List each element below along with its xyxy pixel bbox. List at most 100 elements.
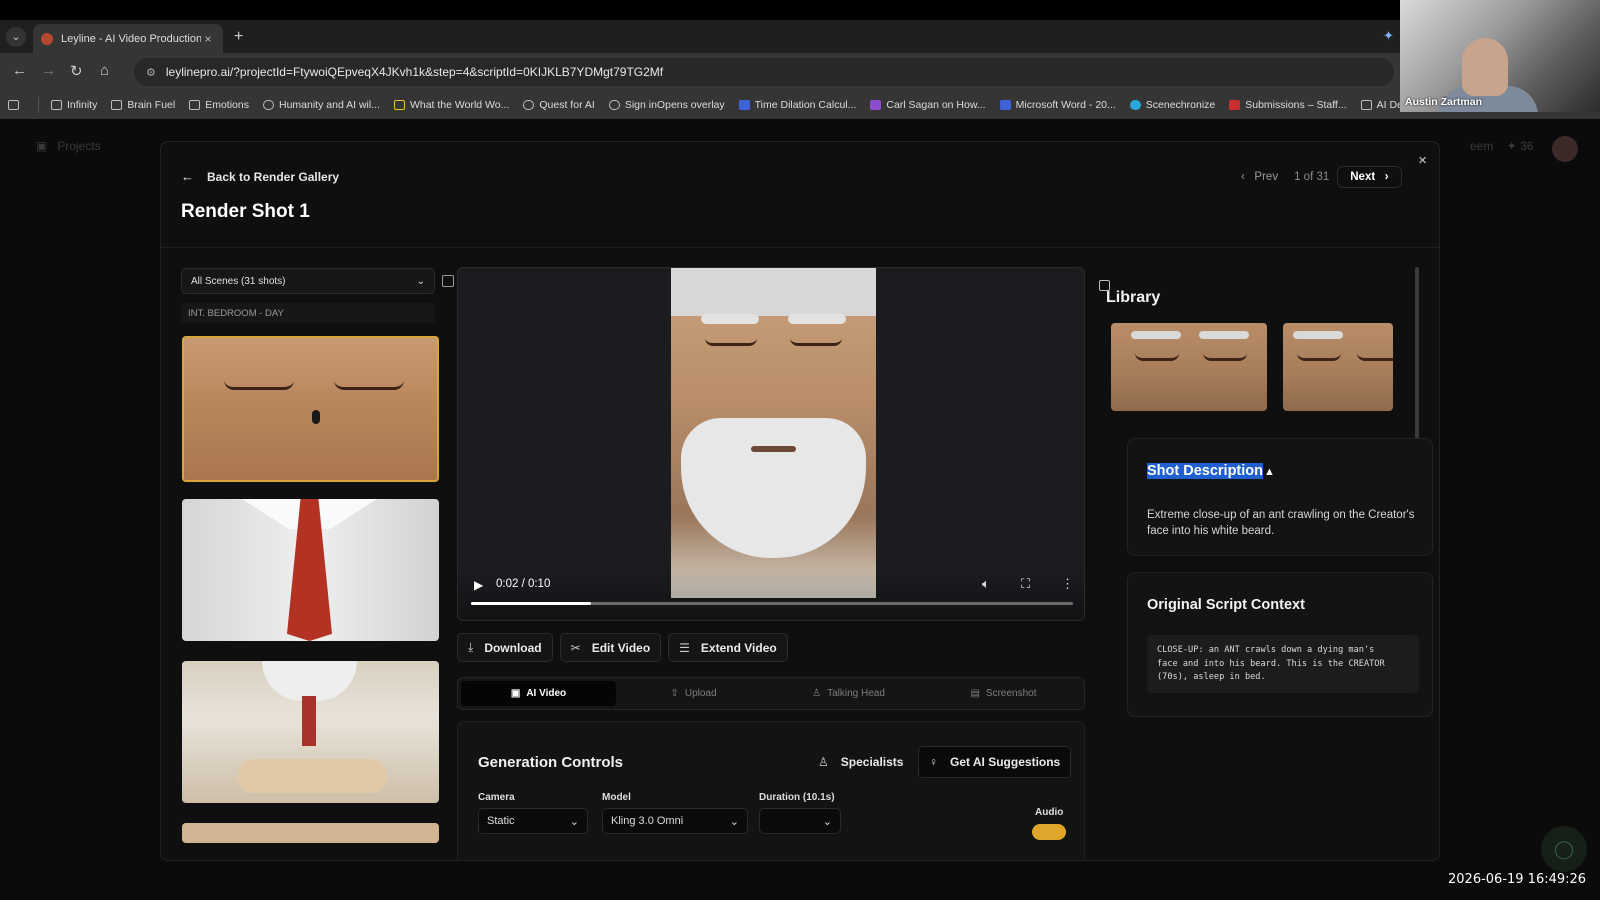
bookmark-item[interactable]: Brain Fuel (111, 99, 175, 111)
bookmark-item[interactable]: Humanity and AI wil... (263, 99, 380, 111)
tab-screenshot[interactable]: ▤ Screenshot (926, 681, 1081, 706)
tab-upload[interactable]: ⇪ Upload (616, 681, 771, 706)
frame-mouth (751, 446, 796, 452)
bookmark-item[interactable]: Infinity (51, 99, 97, 111)
gemini-sparkle-icon[interactable]: ✦ (1383, 28, 1394, 44)
bookmark-item[interactable]: Carl Sagan on How... (870, 99, 986, 111)
edit-video-button[interactable]: ✂ Edit Video (559, 633, 662, 662)
scissors-icon: ✂ (570, 640, 581, 655)
apps-grid-icon[interactable] (8, 100, 24, 110)
bookmark-item[interactable]: Microsoft Word - 20... (999, 99, 1116, 111)
back-to-gallery-link[interactable]: ← Back to Render Gallery (181, 169, 339, 184)
model-select[interactable]: Kling 3.0 Omni ⌄ (602, 808, 748, 834)
person-icon: ♙ (812, 688, 822, 699)
play-icon[interactable]: ▶ (474, 578, 483, 592)
more-options-icon[interactable]: ⋮ (1061, 576, 1074, 592)
shot-thumbnail[interactable] (182, 499, 439, 641)
collapse-panel-icon[interactable] (442, 275, 454, 287)
ai-suggestions-button[interactable]: ♀ Get AI Suggestions (918, 746, 1072, 778)
back-arrow-icon[interactable]: ← (12, 62, 27, 79)
tab-ai-video[interactable]: ▣ AI Video (461, 681, 616, 706)
camera-select[interactable]: Static ⌄ (478, 808, 588, 834)
new-tab-button[interactable]: + (234, 28, 243, 46)
forward-arrow-icon[interactable]: → (41, 62, 56, 79)
thumb-eye-right (334, 380, 404, 390)
chevron-down-icon: ⌄ (822, 815, 832, 828)
extend-video-button[interactable]: ☰ Extend Video (668, 633, 788, 662)
shield-icon (870, 100, 882, 110)
next-button[interactable]: Next › (1337, 166, 1402, 188)
leyline-favicon-icon (41, 32, 53, 45)
bookmark-item[interactable]: Emotions (189, 99, 249, 111)
script-line: (70s), asleep in bed. (1157, 672, 1266, 682)
shot-thumbnail[interactable] (182, 823, 439, 843)
chevron-down-icon: ⌄ (729, 815, 739, 828)
generation-mode-tabs: ▣ AI Video ⇪ Upload ♙ Talking Head ▤ Scr… (457, 677, 1085, 710)
address-bar[interactable]: ⚙ leylinepro.ai/?projectId=FtywoiQEpveqX… (134, 58, 1394, 86)
back-arrow-icon: ← (181, 169, 194, 184)
video-player[interactable]: ▶ 0:02 / 0:10 🔈︎ ⛶ ⋮ (457, 267, 1085, 621)
shot-thumbnail-selected[interactable] (182, 336, 439, 482)
prev-button[interactable]: ‹ Prev (1233, 171, 1286, 183)
site-info-icon[interactable]: ⚙ (146, 66, 156, 79)
bookmarks-bar: Infinity Brain Fuel Emotions Humanity an… (0, 91, 1600, 119)
video-seek-progress (471, 602, 592, 605)
volume-icon[interactable]: 🔈︎ (982, 576, 990, 592)
pager-count: 1 of 31 (1294, 171, 1330, 183)
thumb-eye-right (1357, 353, 1393, 361)
download-button[interactable]: ⤓ Download (457, 633, 553, 662)
header-divider (161, 247, 1439, 248)
adobe-icon (1229, 100, 1241, 110)
close-icon[interactable]: × (1418, 152, 1427, 169)
duration-select[interactable]: ⌄ (759, 808, 841, 834)
home-icon[interactable]: ⌂ (100, 62, 109, 79)
app-header-right: eem ✦ 36 (1470, 139, 1534, 153)
scene-icon (1129, 100, 1141, 110)
reload-icon[interactable]: ↻ (70, 62, 83, 80)
folder-icon (111, 100, 123, 110)
frame-eye-left (705, 338, 757, 346)
library-title: Library (1106, 289, 1161, 306)
bookmark-item[interactable]: Quest for AI (523, 99, 595, 111)
thumb-brow-left (1293, 331, 1343, 339)
folded-hands-figure (237, 759, 387, 793)
webcam-overlay: Austin Zartman (1400, 0, 1600, 112)
tab-talking-head[interactable]: ♙ Talking Head (771, 681, 926, 706)
bookmark-item[interactable]: What the World Wo... (393, 99, 509, 111)
upload-icon: ⇪ (670, 688, 679, 699)
tab-close-icon[interactable]: × (201, 32, 215, 46)
chat-bubble-icon[interactable]: ◯ (1541, 826, 1587, 872)
generation-controls-panel: Generation Controls ♙ Specialists ♀ Get … (457, 721, 1085, 860)
ant-figure (312, 410, 320, 424)
page-title: Render Shot 1 (181, 201, 310, 222)
camera-label: Camera (478, 792, 515, 803)
library-thumbnail[interactable] (1111, 323, 1267, 411)
tab-list-chevron-icon[interactable]: ⌄ (6, 27, 26, 47)
tab-title: Leyline - AI Video Production P (61, 32, 201, 45)
url-text: leylinepro.ai/?projectId=FtywoiQEpveqX4J… (165, 65, 664, 79)
fullscreen-icon[interactable]: ⛶ (1021, 576, 1030, 592)
video-seek-bar[interactable] (471, 602, 1073, 605)
chevron-down-icon: ⌄ (569, 815, 579, 828)
bookmark-item[interactable]: Time Dilation Calcul... (738, 99, 856, 111)
shot-description-card: Shot Description▲ Extreme close-up of an… (1127, 438, 1433, 556)
bookmarks-divider (38, 97, 39, 113)
browser-tab-active[interactable]: Leyline - AI Video Production P × (33, 24, 223, 53)
chevron-down-icon: ⌄ (416, 275, 425, 287)
video-frame (671, 268, 876, 598)
bookmark-item[interactable]: Scenechronize (1129, 99, 1215, 111)
shot-thumbnail[interactable] (182, 661, 439, 803)
shot-description-title[interactable]: Shot Description▲ (1147, 463, 1275, 479)
library-thumbnail[interactable] (1283, 323, 1393, 411)
scene-heading: INT. BEDROOM - DAY (181, 303, 435, 323)
frame-brow-left (701, 314, 759, 324)
bookmark-item[interactable]: Submissions – Staff... (1229, 99, 1347, 111)
audio-toggle[interactable] (1032, 824, 1066, 840)
thumb-eye-left (224, 380, 294, 390)
layers-icon: ☰ (679, 640, 690, 655)
script-line: CLOSE-UP: an ANT crawls down a dying man… (1157, 645, 1375, 655)
scene-filter-select[interactable]: All Scenes (31 shots) ⌄ (181, 268, 435, 294)
beard-figure (262, 661, 357, 701)
bookmark-item[interactable]: Sign inOpens overlay (608, 99, 725, 111)
specialists-button[interactable]: ♙ Specialists (808, 746, 913, 778)
